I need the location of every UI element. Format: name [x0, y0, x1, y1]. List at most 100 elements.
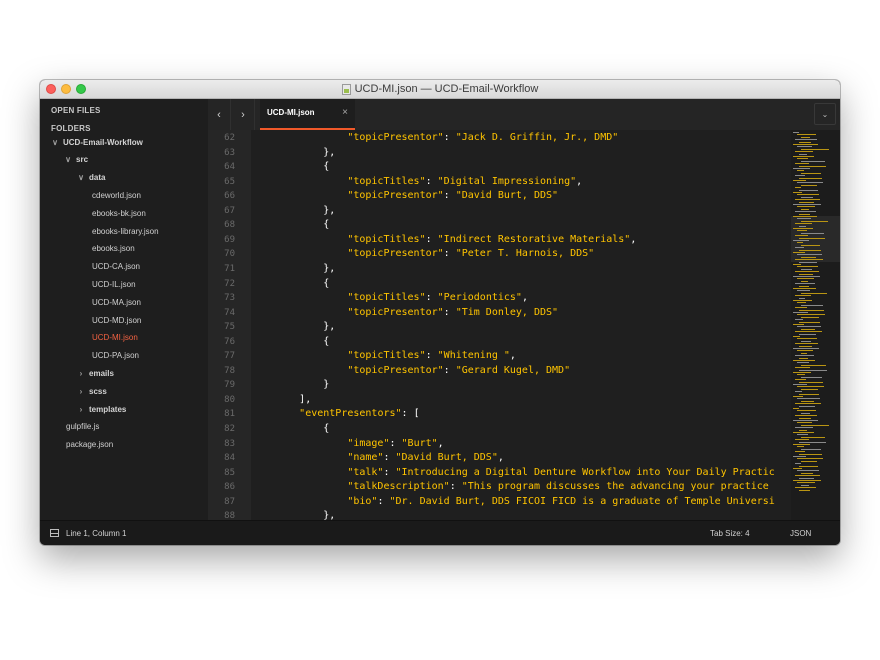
code-line[interactable]: },	[251, 263, 335, 274]
code-token: {	[323, 161, 330, 173]
tree-item-label: package.json	[66, 440, 114, 450]
minimap-line	[795, 175, 805, 177]
tab-list-dropdown[interactable]: ⌄	[814, 103, 836, 125]
code-line[interactable]: },	[251, 205, 335, 216]
chevron-down-icon[interactable]: ∨	[76, 173, 86, 182]
minimap[interactable]	[791, 130, 840, 520]
string-token: "Gerard Kugel, DMD"	[455, 364, 571, 376]
chevron-down-icon[interactable]: ∨	[63, 155, 73, 164]
minimap-line	[797, 278, 814, 280]
minimap-line	[799, 249, 821, 251]
code-line[interactable]: "eventPresentors": [	[251, 408, 419, 419]
minimap-line	[795, 463, 801, 465]
minimap-line	[793, 252, 805, 253]
back-button[interactable]: ‹	[208, 99, 231, 130]
tree-item-label: UCD-MA.json	[92, 297, 141, 307]
minimap-line	[801, 376, 822, 378]
tree-item-label: UCD-CA.json	[92, 262, 141, 272]
minimap-line	[795, 331, 822, 333]
code-line[interactable]: "bio": "Dr. David Burt, DDS FICOI FICD i…	[251, 496, 774, 507]
code-line[interactable]: {	[251, 219, 329, 230]
minimap-line	[793, 132, 799, 133]
folders-header[interactable]: FOLDERS	[51, 124, 91, 133]
code-line[interactable]: "topicPresentor": "Gerard Kugel, DMD"	[251, 365, 570, 376]
code-line[interactable]: "topicTitles": "Digital Impressioning",	[251, 176, 582, 187]
minimap-line	[801, 136, 810, 138]
code-line[interactable]: "image": "Burt",	[251, 437, 444, 449]
code-line[interactable]: "topicPresentor": "David Burt, DDS"	[251, 190, 558, 201]
code-line[interactable]: {	[251, 423, 329, 434]
folder-ucd-email-workflow[interactable]: ∨ UCD-Email-Workflow	[40, 133, 218, 151]
minimap-line	[795, 319, 803, 321]
code-line[interactable]: "topicPresentor": "Tim Donley, DDS"	[251, 307, 558, 318]
line-number: 65	[224, 176, 235, 187]
line-number: 81	[224, 409, 235, 420]
file-gulpfile-js[interactable]: gulpfile.js	[40, 418, 234, 436]
code-line[interactable]: }	[251, 379, 329, 390]
code-line[interactable]: {	[251, 336, 329, 347]
chevron-right-icon[interactable]: ›	[76, 369, 86, 378]
close-tab-icon[interactable]: ×	[342, 107, 348, 118]
minimap-line	[795, 271, 819, 273]
window-title-container: UCD-MI.json — UCD-Email-Workflow	[40, 80, 840, 98]
tab-size[interactable]: Tab Size: 4	[710, 529, 750, 538]
chevron-right-icon[interactable]: ›	[76, 387, 86, 396]
line-number: 68	[224, 220, 235, 231]
folder-src[interactable]: ∨ src	[40, 151, 231, 169]
code-line[interactable]: "name": "David Burt, DDS",	[251, 452, 504, 463]
code-line[interactable]: ],	[251, 394, 311, 405]
minimap-line	[801, 160, 825, 162]
tab-bar: ‹ › UCD-MI.json × ⌄	[208, 99, 840, 130]
line-number: 75	[224, 322, 235, 333]
minimap-line	[799, 345, 812, 347]
minimap-line	[801, 400, 814, 402]
line-number: 80	[224, 394, 235, 405]
minimap-line	[793, 180, 806, 181]
code-token: :	[425, 175, 438, 187]
minimap-line	[797, 326, 821, 328]
minimap-line	[797, 146, 812, 148]
code-token: ,	[437, 437, 444, 449]
code-line[interactable]: },	[251, 510, 335, 520]
open-files-header[interactable]: OPEN FILES	[51, 106, 101, 115]
minimap-line	[793, 300, 812, 301]
code-area[interactable]: "topicPresentor": "Jack D. Griffin, Jr.,…	[251, 130, 791, 520]
cursor-position[interactable]: Line 1, Column 1	[66, 529, 126, 538]
code-line[interactable]: "topicTitles": "Whitening ",	[251, 350, 516, 361]
code-line[interactable]: "topicPresentor": "Jack D. Griffin, Jr.,…	[251, 132, 618, 143]
forward-button[interactable]: ›	[232, 99, 255, 130]
line-number: 62	[224, 133, 235, 143]
minimap-line	[799, 237, 825, 239]
string-token: "talkDescription"	[347, 481, 450, 493]
chevron-down-icon[interactable]: ∨	[50, 138, 60, 147]
tab-ucd-mi[interactable]: UCD-MI.json ×	[260, 99, 355, 130]
code-line[interactable]: {	[251, 161, 329, 172]
code-line[interactable]: },	[251, 147, 335, 158]
code-line[interactable]: {	[251, 278, 329, 289]
code-line[interactable]: "topicTitles": "Periodontics",	[251, 292, 528, 303]
syntax-mode[interactable]: JSON	[790, 529, 811, 538]
minimap-line	[799, 309, 824, 311]
line-number: 67	[224, 205, 235, 216]
chevron-right-icon[interactable]: ›	[76, 405, 86, 414]
code-token: :	[443, 248, 456, 260]
file-package-json[interactable]: package.json	[40, 436, 234, 454]
code-line[interactable]: "talk": "Introducing a Digital Denture W…	[251, 467, 774, 478]
string-token: "topicTitles"	[347, 350, 426, 362]
code-line[interactable]: },	[251, 321, 335, 332]
minimap-line	[801, 232, 824, 234]
tree-item-label: UCD-MI.json	[92, 333, 138, 343]
code-line[interactable]: "topicTitles": "Indirect Restorative Mat…	[251, 234, 636, 245]
panel-toggle-icon[interactable]	[50, 529, 59, 537]
string-token: "Periodontics"	[437, 292, 522, 304]
minimap-line	[797, 194, 819, 196]
code-line[interactable]: "talkDescription": "This program discuss…	[251, 481, 768, 493]
minimap-line	[795, 247, 804, 249]
code-line[interactable]: "topicPresentor": "Peter T. Harnois, DDS…	[251, 248, 594, 259]
